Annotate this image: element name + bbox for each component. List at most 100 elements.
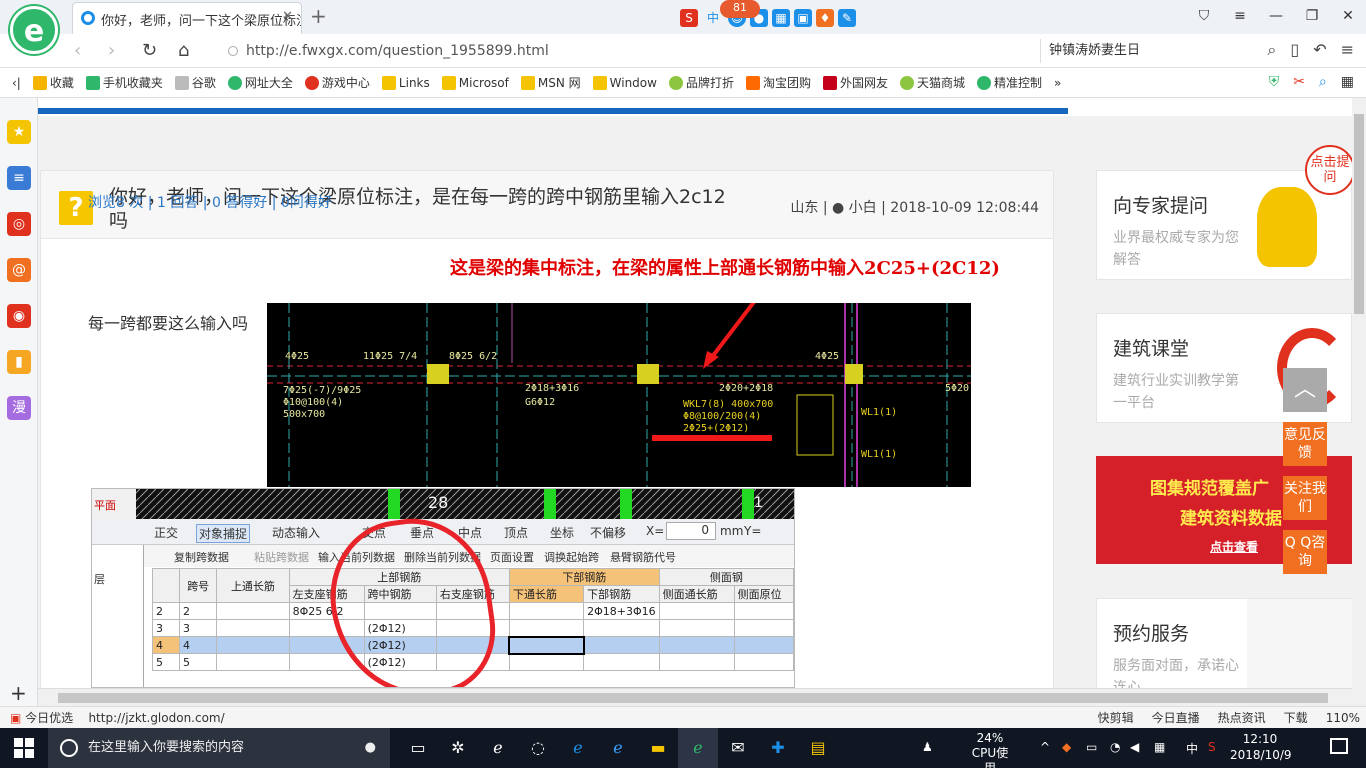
cpu-meter[interactable]: 24% CPU使用 <box>966 731 1014 768</box>
download-button[interactable]: 下载 <box>1284 707 1308 729</box>
reload-button[interactable]: ↻ <box>142 40 157 61</box>
browser-app-icon[interactable]: ℯ <box>678 728 718 768</box>
ortho-button[interactable]: 正交 <box>154 524 178 541</box>
horizontal-scrollbar[interactable] <box>38 688 1352 706</box>
booking-card[interactable]: 预约服务 服务面对面，承诺心连心 <box>1096 598 1352 688</box>
game-icon[interactable]: ◉ <box>7 304 31 328</box>
task-view-icon[interactable]: ▭ <box>398 728 438 768</box>
active-cell[interactable] <box>508 635 585 655</box>
keyboard-icon[interactable]: ▦ <box>772 9 790 27</box>
menu-icon[interactable]: ≡ <box>1222 0 1258 32</box>
copy-span-button[interactable]: 复制跨数据 <box>174 549 229 565</box>
mic-icon[interactable]: ● <box>365 728 376 768</box>
phone-icon[interactable]: ▯ <box>1290 40 1299 60</box>
bookmark-item[interactable]: 外国网友 <box>823 74 888 91</box>
edge-legacy-icon[interactable]: ℯ <box>478 728 518 768</box>
home-button[interactable]: ⌂ <box>178 40 189 61</box>
span-cell[interactable]: 2 <box>178 602 218 620</box>
back-button[interactable]: ‹ <box>74 40 81 61</box>
bottom-rebar-cell[interactable]: 2Φ18+3Φ16 <box>583 602 660 620</box>
bookmark-item[interactable]: 精准控制 <box>977 74 1042 91</box>
qq-consult-button[interactable]: Q Q咨询 <box>1283 530 1327 574</box>
dynamic-input-button[interactable]: 动态输入 <box>272 524 320 541</box>
bookmark-item[interactable]: 手机收藏夹 <box>85 74 163 91</box>
edge-icon[interactable]: ℯ <box>558 728 598 768</box>
span-cell[interactable]: 3 <box>178 619 218 637</box>
floor-label[interactable]: 层 <box>94 571 105 587</box>
tray-expand-icon[interactable]: ^ <box>1040 740 1050 754</box>
bookmark-item[interactable]: 淘宝团购 <box>745 74 811 91</box>
ie-icon[interactable]: ℯ <box>598 728 638 768</box>
notification-badge[interactable]: 81 <box>720 0 760 18</box>
game-tray-icon[interactable]: ◆ <box>1062 740 1071 754</box>
vertical-scrollbar[interactable] <box>1352 98 1366 708</box>
fan-icon[interactable]: ✲ <box>438 728 478 768</box>
browser-logo-icon[interactable]: e <box>10 6 58 54</box>
notification-center-icon[interactable] <box>1330 738 1348 754</box>
favorites-star-icon[interactable]: ★ <box>7 120 31 144</box>
page-setup-button[interactable]: 页面设置 <box>490 549 534 565</box>
back-to-top-button[interactable]: ︿ <box>1283 368 1327 412</box>
search-box[interactable]: 钟镇涛娇妻生日 <box>1040 39 1240 63</box>
live-button[interactable]: 今日直播 <box>1152 707 1200 729</box>
bookmark-item[interactable]: 天猫商城 <box>900 74 965 91</box>
more-icon[interactable]: ≡ <box>1341 40 1354 60</box>
people-icon[interactable]: ♟ <box>922 740 933 754</box>
bookmarks-more-icon[interactable]: » <box>1054 76 1061 90</box>
forward-button[interactable]: › <box>108 40 115 61</box>
software-screenshot-image[interactable]: 28 1 平面 正交 对象捕捉 动态输入 交点 垂点 中点 顶点 坐标 不偏移 … <box>91 488 795 688</box>
file-explorer-icon[interactable]: ▬ <box>638 728 678 768</box>
close-tab-icon[interactable]: ✕ <box>282 9 293 24</box>
question-stats[interactable]: 浏览8 次 | 1 回答 | 0 答得好 | 0问得好 <box>88 192 332 212</box>
question-user[interactable]: 小白 <box>849 200 877 216</box>
zoom-level[interactable]: 110% <box>1326 707 1360 729</box>
ask-expert-card[interactable]: 向专家提问 业界最权威专家为您解答 点击提问 <box>1096 145 1352 280</box>
bookmark-item[interactable]: 品牌打折 <box>668 74 734 91</box>
site-info-icon[interactable] <box>228 46 238 56</box>
cad-drawing-image[interactable]: 4Φ25 11Φ25 7/4 8Φ25 6/2 4Φ25 5Φ20 7Φ25(-… <box>267 303 971 487</box>
bookmark-item[interactable]: 收藏 <box>32 74 74 91</box>
bookmarks-collapse-icon[interactable]: ‹| <box>12 76 21 90</box>
hot-news-button[interactable]: 热点资讯 <box>1218 707 1266 729</box>
span-cell[interactable]: 4 <box>178 636 218 654</box>
span-cell[interactable]: 5 <box>178 653 218 671</box>
snap-button[interactable]: 对象捕捉 <box>196 524 251 543</box>
ime-indicator[interactable]: 中 <box>1186 740 1198 757</box>
weibo-icon[interactable]: ◎ <box>7 212 31 236</box>
maximize-button[interactable]: ❐ <box>1294 0 1330 32</box>
comic-icon[interactable]: 漫 <box>7 396 31 420</box>
banner-link[interactable]: 点击查看 <box>1210 538 1258 555</box>
find-icon[interactable]: ⌕ <box>1319 74 1327 90</box>
clock[interactable]: 12:10 2018/10/9 <box>1230 731 1292 763</box>
bookmark-item[interactable]: MSN 网 <box>520 74 581 91</box>
swirl-icon[interactable]: ◌ <box>518 728 558 768</box>
question-location[interactable]: 山东 <box>790 200 818 216</box>
notes-icon[interactable]: ▤ <box>798 728 838 768</box>
shield-icon[interactable]: ⛨ <box>1269 74 1280 90</box>
horizontal-scroll-thumb[interactable] <box>58 693 1328 703</box>
toolbox-icon[interactable]: ▣ <box>794 9 812 27</box>
bookmark-item[interactable]: Microsof <box>441 75 509 90</box>
start-button[interactable] <box>14 738 34 758</box>
swap-span-button[interactable]: 调换起始跨 <box>544 549 599 565</box>
follow-button[interactable]: 关注我们 <box>1283 476 1327 520</box>
bookmark-item[interactable]: Window <box>592 75 657 90</box>
sogou-icon[interactable]: S <box>680 9 698 27</box>
coordinate-button[interactable]: 坐标 <box>550 524 574 541</box>
news-icon[interactable]: ≡ <box>7 166 31 190</box>
paste-span-button[interactable]: 粘贴跨数据 <box>254 549 309 565</box>
wrench-icon[interactable]: ✎ <box>838 9 856 27</box>
undo-icon[interactable]: ↶ <box>1313 40 1326 60</box>
minimize-button[interactable]: — <box>1258 0 1294 32</box>
vertex-button[interactable]: 顶点 <box>504 524 528 541</box>
volume-icon[interactable]: ◀ <box>1130 740 1139 754</box>
taskbar-search[interactable]: 在这里输入你要搜索的内容 ● <box>48 728 390 768</box>
ask-bubble[interactable]: 点击提问 <box>1305 145 1352 195</box>
wifi-icon[interactable]: ◔ <box>1110 740 1120 754</box>
vertical-scroll-thumb[interactable] <box>1354 114 1364 314</box>
browser-tab[interactable]: 你好，老师，问一下这个梁原位标注，是 ✕ <box>72 2 302 34</box>
bookmark-item[interactable]: 游戏中心 <box>304 74 370 91</box>
bookmark-item[interactable]: 谷歌 <box>174 74 216 91</box>
battery-icon[interactable]: ▭ <box>1086 740 1097 754</box>
shirt-icon[interactable]: ⛉ <box>1186 0 1222 32</box>
